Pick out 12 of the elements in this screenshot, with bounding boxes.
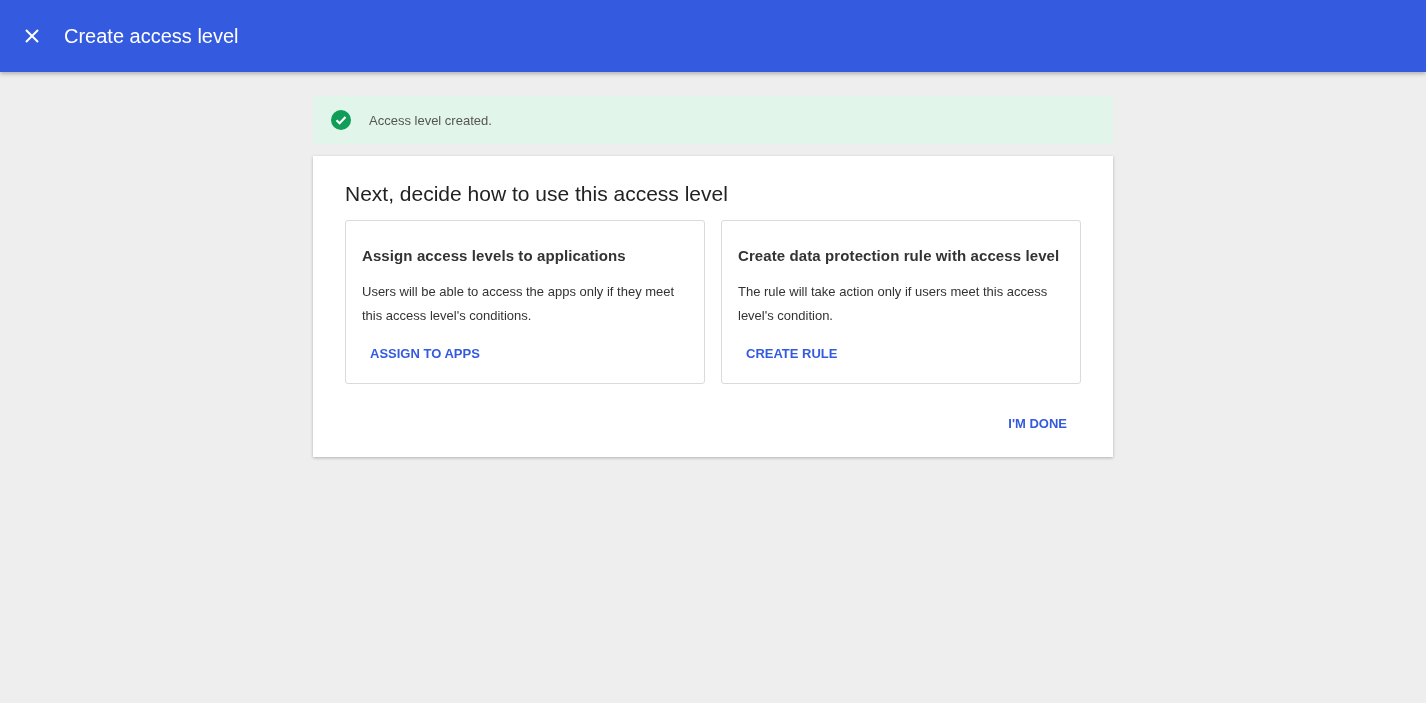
option-title: Assign access levels to applications — [362, 247, 627, 264]
option-title: Create data protection rule with access level — [738, 247, 1061, 264]
option-description: The rule will take action only if users meet this access level's condition. — [738, 283, 1049, 325]
check-circle-icon — [331, 110, 351, 130]
close-icon — [25, 29, 39, 43]
page-title: Create access level — [64, 24, 239, 48]
option-action-button[interactable]: CREATE RULE — [738, 340, 846, 367]
card-heading: Next, decide how to use this access level — [345, 182, 729, 206]
success-message: Access level created. — [369, 112, 492, 128]
option-description: Users will be able to access the apps only if they meet this access level's conditions. — [362, 283, 676, 325]
option-action-button[interactable]: ASSIGN TO APPS — [362, 340, 488, 367]
done-button[interactable]: I'M DONE — [1000, 410, 1075, 437]
